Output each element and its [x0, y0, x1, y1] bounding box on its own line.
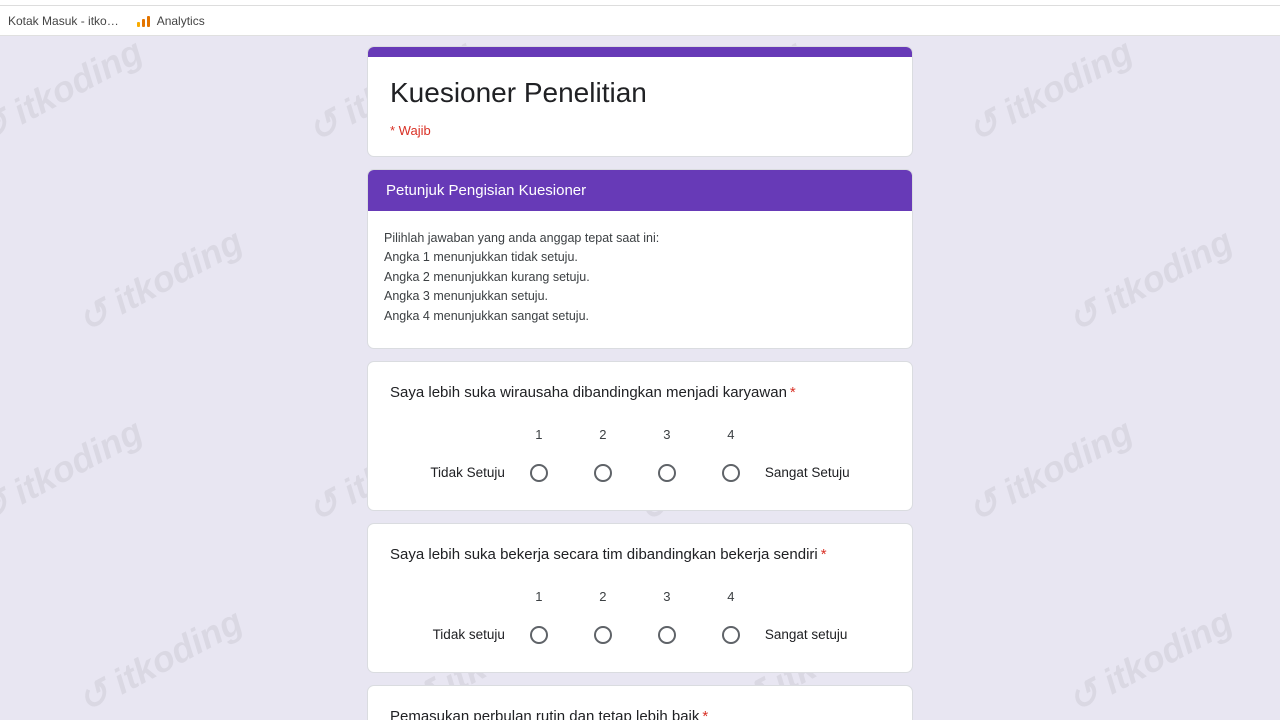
required-asterisk: *: [790, 384, 796, 401]
question-title: Pemasukan perbulan rutin dan tetap lebih…: [390, 708, 890, 720]
form-column: Kuesioner Penelitian * Wajib Petunjuk Pe…: [367, 36, 913, 720]
likert-left-label: Tidak Setuju: [424, 465, 529, 482]
likert-number: 4: [727, 589, 734, 604]
question-card: Saya lebih suka wirausaha dibandingkan m…: [367, 361, 913, 511]
section-card: Petunjuk Pengisian Kuesioner Pilihlah ja…: [367, 169, 913, 349]
radio-option-1[interactable]: [530, 626, 548, 644]
radio-option-2[interactable]: [594, 626, 612, 644]
section-line: Pilihlah jawaban yang anda anggap tepat …: [384, 229, 896, 248]
section-body: Pilihlah jawaban yang anda anggap tepat …: [368, 211, 912, 326]
likert-number: 1: [535, 427, 542, 442]
likert-options: 1 2 3 4: [529, 589, 741, 644]
bookmark-analytics-label: Analytics: [157, 14, 205, 28]
bookmark-inbox-label: Kotak Masuk - itko…: [8, 14, 119, 28]
question-card: Saya lebih suka bekerja secara tim diban…: [367, 523, 913, 673]
likert-option: 3: [657, 427, 677, 482]
required-note: * Wajib: [390, 123, 890, 138]
section-line: Angka 3 menunjukkan setuju.: [384, 287, 896, 306]
likert-right-label: Sangat Setuju: [741, 465, 856, 482]
radio-option-1[interactable]: [530, 464, 548, 482]
bookmarks-bar: Kotak Masuk - itko… Analytics: [0, 6, 1280, 36]
section-line: Angka 4 menunjukkan sangat setuju.: [384, 307, 896, 326]
radio-option-3[interactable]: [658, 626, 676, 644]
section-line: Angka 2 menunjukkan kurang setuju.: [384, 268, 896, 287]
analytics-icon: [137, 15, 151, 27]
section-banner: Petunjuk Pengisian Kuesioner: [368, 170, 912, 211]
form-viewport: Kuesioner Penelitian * Wajib Petunjuk Pe…: [0, 36, 1280, 720]
bookmark-inbox[interactable]: Kotak Masuk - itko…: [8, 14, 119, 28]
likert-number: 1: [535, 589, 542, 604]
question-card: Pemasukan perbulan rutin dan tetap lebih…: [367, 685, 913, 720]
likert-left-label: Tidak setuju: [427, 627, 529, 644]
likert-number: 2: [599, 589, 606, 604]
likert-row: Tidak Setuju 1 2 3 4: [390, 427, 890, 482]
question-text: Pemasukan perbulan rutin dan tetap lebih…: [390, 708, 699, 720]
likert-number: 4: [727, 427, 734, 442]
section-line: Angka 1 menunjukkan tidak setuju.: [384, 248, 896, 267]
bookmark-analytics[interactable]: Analytics: [137, 14, 205, 28]
question-text: Saya lebih suka wirausaha dibandingkan m…: [390, 384, 787, 401]
likert-number: 3: [663, 589, 670, 604]
likert-row: Tidak setuju 1 2 3 4: [390, 589, 890, 644]
form-title: Kuesioner Penelitian: [390, 77, 890, 109]
likert-option: 2: [593, 589, 613, 644]
question-title: Saya lebih suka wirausaha dibandingkan m…: [390, 384, 890, 401]
question-title: Saya lebih suka bekerja secara tim diban…: [390, 546, 890, 563]
likert-option: 1: [529, 589, 549, 644]
radio-option-3[interactable]: [658, 464, 676, 482]
likert-option: 3: [657, 589, 677, 644]
likert-options: 1 2 3 4: [529, 427, 741, 482]
form-header-card: Kuesioner Penelitian * Wajib: [367, 46, 913, 157]
radio-option-4[interactable]: [722, 626, 740, 644]
question-text: Saya lebih suka bekerja secara tim diban…: [390, 546, 818, 563]
likert-option: 4: [721, 427, 741, 482]
likert-option: 1: [529, 427, 549, 482]
radio-option-2[interactable]: [594, 464, 612, 482]
likert-number: 3: [663, 427, 670, 442]
likert-number: 2: [599, 427, 606, 442]
likert-option: 4: [721, 589, 741, 644]
required-asterisk: *: [821, 546, 827, 563]
required-asterisk: *: [702, 708, 708, 720]
likert-option: 2: [593, 427, 613, 482]
radio-option-4[interactable]: [722, 464, 740, 482]
likert-right-label: Sangat setuju: [741, 627, 854, 644]
